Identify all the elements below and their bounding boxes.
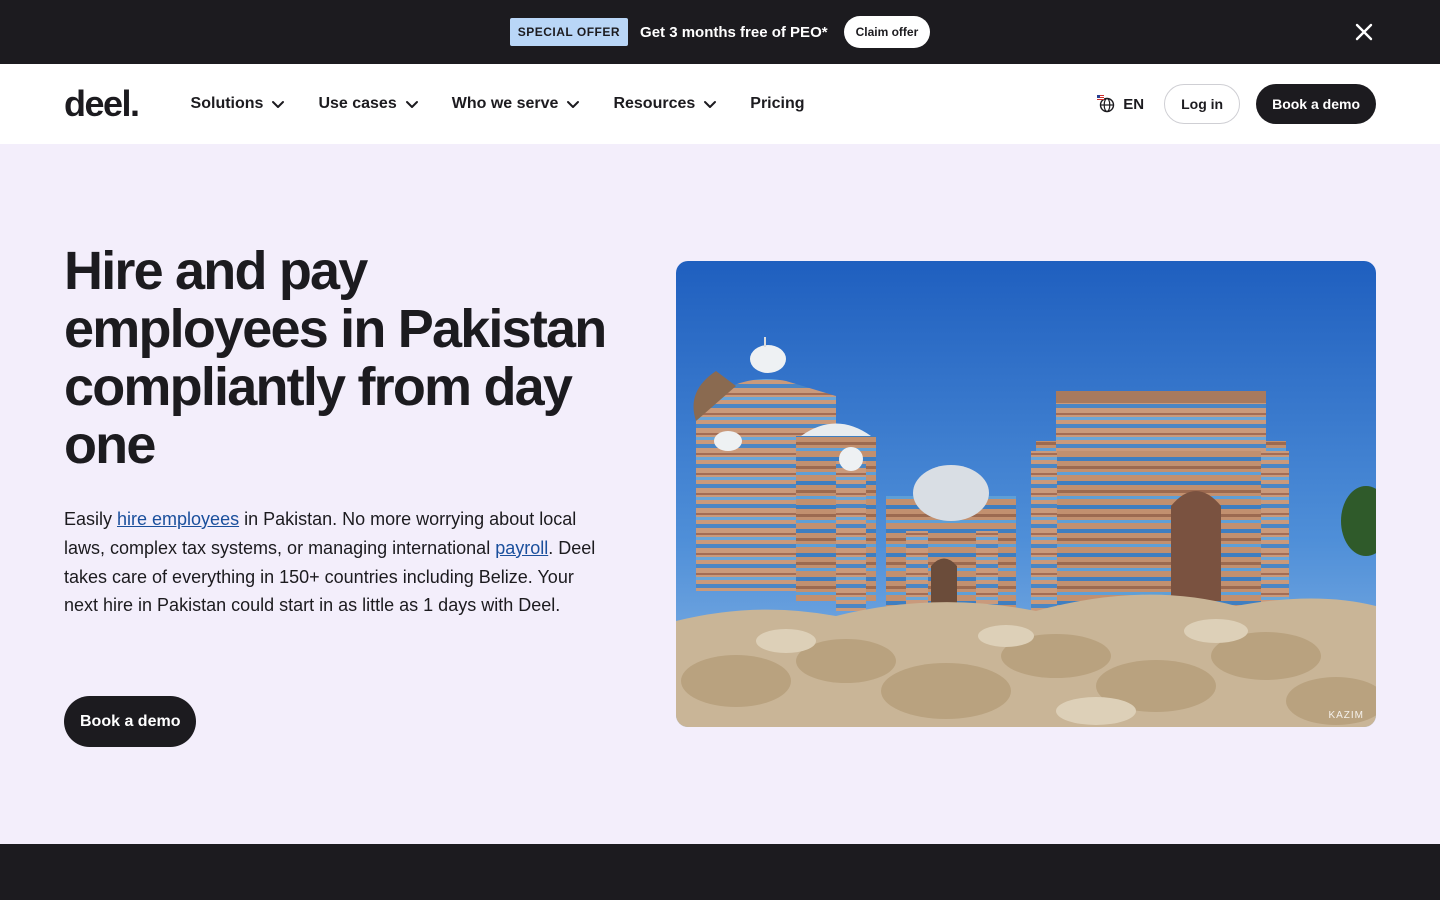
hero-desc-text: Easily <box>64 509 118 529</box>
nav-item-label: Resources <box>613 95 696 112</box>
close-icon[interactable] <box>1354 22 1374 42</box>
chevron-down-icon <box>405 101 418 108</box>
nav-menu: Solutions Use cases Who we serve Resourc… <box>191 95 805 113</box>
chevron-down-icon <box>567 101 580 108</box>
nav-item-who-we-serve[interactable]: Who we serve <box>452 95 581 113</box>
book-demo-hero-button[interactable]: Book a demo <box>64 696 197 747</box>
globe-icon <box>1097 95 1115 113</box>
nav-item-label: Who we serve <box>451 95 559 112</box>
nav-item-use-cases[interactable]: Use cases <box>318 95 418 113</box>
next-section-band <box>0 844 1440 900</box>
chevron-down-icon <box>704 101 717 108</box>
book-demo-nav-button[interactable]: Book a demo <box>1256 84 1376 124</box>
image-credit: KAZIM <box>1328 710 1364 721</box>
promo-text: Get 3 months free of PEO* <box>640 23 828 41</box>
hire-employees-link[interactable]: hire employees <box>117 509 239 529</box>
login-button[interactable]: Log in <box>1164 84 1241 124</box>
nav-item-label: Pricing <box>750 95 805 112</box>
claim-offer-button[interactable]: Claim offer <box>843 16 931 48</box>
nav-item-pricing[interactable]: Pricing <box>750 95 804 113</box>
hero-image: KAZIM <box>676 261 1376 727</box>
language-selector[interactable]: EN <box>1097 95 1144 113</box>
hero-description: Easily hire employees in Pakistan. No mo… <box>64 505 612 620</box>
hero-title: Hire and pay employees in Pakistan compl… <box>64 241 607 475</box>
nav-item-solutions[interactable]: Solutions <box>191 95 286 113</box>
language-label: EN <box>1123 95 1145 113</box>
nav-item-resources[interactable]: Resources <box>613 95 717 113</box>
nav-item-label: Use cases <box>318 95 397 112</box>
promo-content: SPECIAL OFFER Get 3 months free of PEO* … <box>509 16 931 48</box>
nav-item-label: Solutions <box>190 95 264 112</box>
main-navigation: deel. Solutions Use cases Who we serve R… <box>0 64 1440 144</box>
pakistan-tomb-illustration <box>676 261 1376 727</box>
deel-logo[interactable]: deel. <box>64 83 140 125</box>
promo-badge: SPECIAL OFFER <box>509 18 629 46</box>
payroll-link[interactable]: payroll <box>495 538 548 558</box>
promo-banner: SPECIAL OFFER Get 3 months free of PEO* … <box>0 0 1440 64</box>
nav-actions: EN Log in Book a demo <box>1097 84 1376 124</box>
chevron-down-icon <box>272 101 285 108</box>
